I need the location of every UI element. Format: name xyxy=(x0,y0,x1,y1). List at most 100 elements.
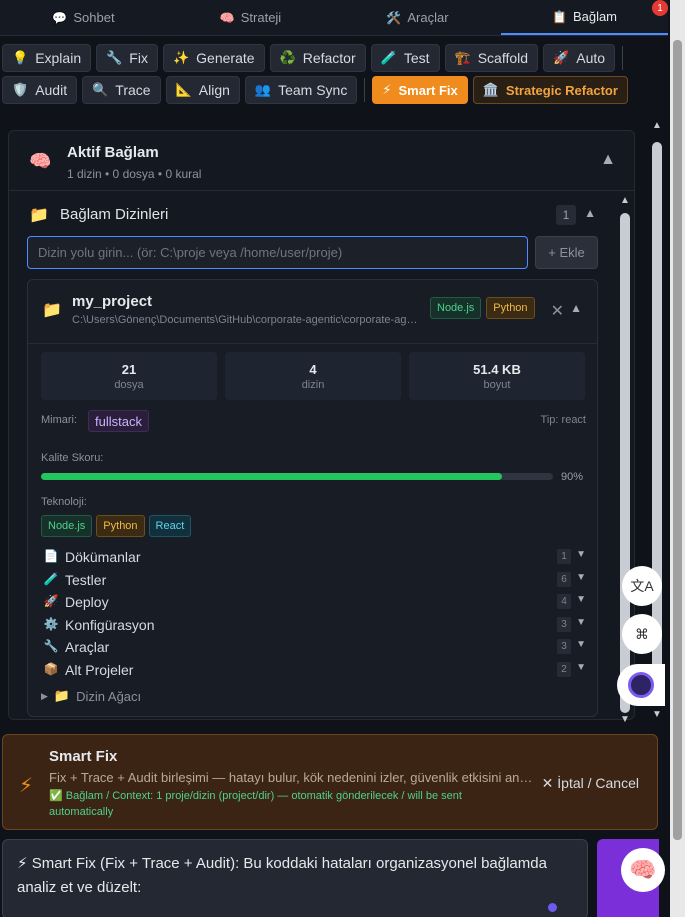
document-icon: 📄 xyxy=(43,549,59,563)
tab-sohbet[interactable]: 💬 Sohbet xyxy=(0,0,167,35)
tech-badge-python: Python xyxy=(96,515,145,537)
project-name: my_project xyxy=(72,293,153,310)
generate-button[interactable]: ✨ Generate xyxy=(162,44,265,72)
section-tests[interactable]: 🧪 Testler 6 ▼ xyxy=(41,569,586,592)
tab-strateji[interactable]: 🧠 Strateji xyxy=(167,0,334,35)
context-dirs-label: Bağlam Dizinleri xyxy=(60,206,169,223)
brain-icon[interactable]: 🧠 xyxy=(621,848,665,892)
tech-label: Teknoloji: xyxy=(41,496,87,508)
dir-path-input[interactable] xyxy=(27,236,528,269)
section-label: Deploy xyxy=(65,594,109,611)
banner-context-note: ✅ Bağlam / Context: 1 proje/dizin (proje… xyxy=(49,790,462,818)
action-toolbar: 💡 Explain 🔧 Fix ✨ Generate ♻️ Refactor 🧪 Test… xyxy=(0,44,668,108)
chat-input[interactable]: ⚡ Smart Fix (Fix + Trace + Audit): Bu ko… xyxy=(2,839,588,917)
magnifier-icon: 🔍 xyxy=(92,82,109,97)
audit-button[interactable]: 🛡️ Audit xyxy=(2,76,78,104)
auto-button[interactable]: 🚀 Auto xyxy=(543,44,616,72)
button-label: Refactor xyxy=(302,50,356,66)
stat-value: 21 xyxy=(121,361,137,377)
tech-badge-python: Python xyxy=(486,297,535,319)
stat-label: boyut xyxy=(483,378,511,391)
project-header[interactable]: 📁 my_project C:\Users\Gönenç\Documents\G… xyxy=(28,280,597,344)
chevron-down-icon: ▼ xyxy=(576,549,586,560)
collapse-caret-icon[interactable]: ▲ xyxy=(600,151,616,169)
context-panel: 🧠 Aktif Bağlam 1 dizin • 0 dosya • 0 kur… xyxy=(8,130,635,720)
scroll-up-icon[interactable]: ▲ xyxy=(620,195,630,206)
quality-label: Kalite Skoru: xyxy=(41,452,104,464)
add-dir-button[interactable]: + Ekle xyxy=(535,236,598,269)
button-label: Scaffold xyxy=(477,50,529,66)
section-docs[interactable]: 📄 Dökümanlar 1 ▼ xyxy=(41,546,586,569)
tech-badge-nodejs: Node.js xyxy=(430,297,482,319)
tab-label: Araçlar xyxy=(407,10,449,25)
command-icon[interactable]: ⌘ xyxy=(622,614,662,654)
section-count: 2 xyxy=(557,661,571,677)
rocket-icon: 🚀 xyxy=(43,594,59,609)
section-tools[interactable]: 🔧 Araçlar 3 ▼ xyxy=(41,636,586,659)
chat-icon: 💬 xyxy=(52,10,68,25)
add-dir-row: + Ekle xyxy=(27,236,598,269)
banner-title: Smart Fix xyxy=(49,748,118,765)
brain-icon: 🧠 xyxy=(219,10,235,25)
align-button[interactable]: 📐 Align xyxy=(165,76,240,104)
translate-icon[interactable]: 文A xyxy=(622,566,662,606)
section-count: 3 xyxy=(557,639,571,655)
clipboard-icon: 📋 xyxy=(551,9,567,24)
project-badges: Node.js Python xyxy=(430,297,535,319)
scroll-down-icon[interactable]: ▼ xyxy=(652,709,662,720)
tab-baglam[interactable]: 📋 Bağlam 1 xyxy=(501,0,668,35)
chevron-down-icon: ▼ xyxy=(576,594,586,606)
tools-icon: 🛠️ xyxy=(386,10,402,25)
dirs-count-badge: 1 xyxy=(556,205,576,225)
stat-dirs: 4 dizin xyxy=(225,352,401,400)
team-sync-button[interactable]: 👥 Team Sync xyxy=(244,76,358,104)
strategic-refactor-button[interactable]: 🏛️ Strategic Refactor xyxy=(472,76,628,104)
button-label: Strategic Refactor xyxy=(505,82,618,98)
section-label: Konfigürasyon xyxy=(65,616,155,633)
folder-icon: 📁 xyxy=(42,302,62,319)
project-stats: 21 dosya 4 dizin 51.4 KB boyut xyxy=(41,352,585,400)
folder-icon: 📁 xyxy=(53,688,71,703)
dir-tree-toggle[interactable]: ▶ 📁 Dizin Ağacı xyxy=(41,688,141,704)
chat-input-text: ⚡ Smart Fix (Fix + Trace + Audit): Bu ko… xyxy=(17,855,547,896)
scaffold-button[interactable]: 🏗️ Scaffold xyxy=(444,44,539,72)
remove-project-icon[interactable]: ✕ xyxy=(551,301,564,321)
scroll-thumb[interactable] xyxy=(673,40,682,840)
tab-araclar[interactable]: 🛠️ Araçlar xyxy=(334,0,501,35)
button-label: Auto xyxy=(576,50,606,66)
window-scrollbar[interactable] xyxy=(670,0,685,917)
cancel-button[interactable]: ✕ İptal / Cancel xyxy=(542,775,639,792)
context-dirs-header[interactable]: 📁 Bağlam Dizinleri 1 ▲ xyxy=(9,191,634,235)
project-path: C:\Users\Gönenç\Documents\GitHub\corpora… xyxy=(72,314,422,326)
tab-label: Sohbet xyxy=(73,10,115,25)
project-sections: 📄 Dökümanlar 1 ▼ 🧪 Testler 6 ▼ 🚀 Deploy 4 ▼ ⚙️ Kon… xyxy=(41,546,586,682)
test-tube-icon: 🧪 xyxy=(380,50,397,65)
dir-tree-label: Dizin Ağacı xyxy=(76,688,142,704)
context-summary: 1 dizin • 0 dosya • 0 kural xyxy=(67,167,202,181)
section-config[interactable]: ⚙️ Konfigürasyon 3 ▼ xyxy=(41,614,586,637)
smart-fix-button[interactable]: ⚡ Smart Fix xyxy=(372,76,468,104)
trace-button[interactable]: 🔍 Trace xyxy=(82,76,161,104)
scroll-up-icon[interactable]: ▲ xyxy=(652,120,662,131)
quality-progress-fill xyxy=(41,473,502,480)
smart-fix-banner: ⚡ Smart Fix Fix + Trace + Audit birleşim… xyxy=(2,734,658,830)
section-subprojects[interactable]: 📦 Alt Projeler 2 ▼ xyxy=(41,659,586,682)
arch-badge: fullstack xyxy=(88,410,149,432)
assistant-bot-icon[interactable] xyxy=(617,664,665,706)
fix-button[interactable]: 🔧 Fix xyxy=(96,44,158,72)
button-label: Explain xyxy=(35,50,82,66)
context-header[interactable]: 🧠 Aktif Bağlam 1 dizin • 0 dosya • 0 kur… xyxy=(9,131,634,191)
ruler-icon: 📐 xyxy=(175,82,192,97)
section-deploy[interactable]: 🚀 Deploy 4 ▼ xyxy=(41,591,586,614)
button-label: Trace xyxy=(115,82,151,98)
button-label: Generate xyxy=(196,50,255,66)
scroll-down-icon[interactable]: ▼ xyxy=(620,714,630,725)
section-label: Testler xyxy=(65,571,107,588)
stat-value: 51.4 KB xyxy=(473,361,521,377)
test-button[interactable]: 🧪 Test xyxy=(370,44,440,72)
collapse-caret-icon[interactable]: ▲ xyxy=(570,301,582,315)
explain-button[interactable]: 💡 Explain xyxy=(2,44,92,72)
refactor-button[interactable]: ♻️ Refactor xyxy=(269,44,366,72)
context-title: Aktif Bağlam xyxy=(67,144,159,161)
collapse-caret-icon[interactable]: ▲ xyxy=(584,206,596,220)
